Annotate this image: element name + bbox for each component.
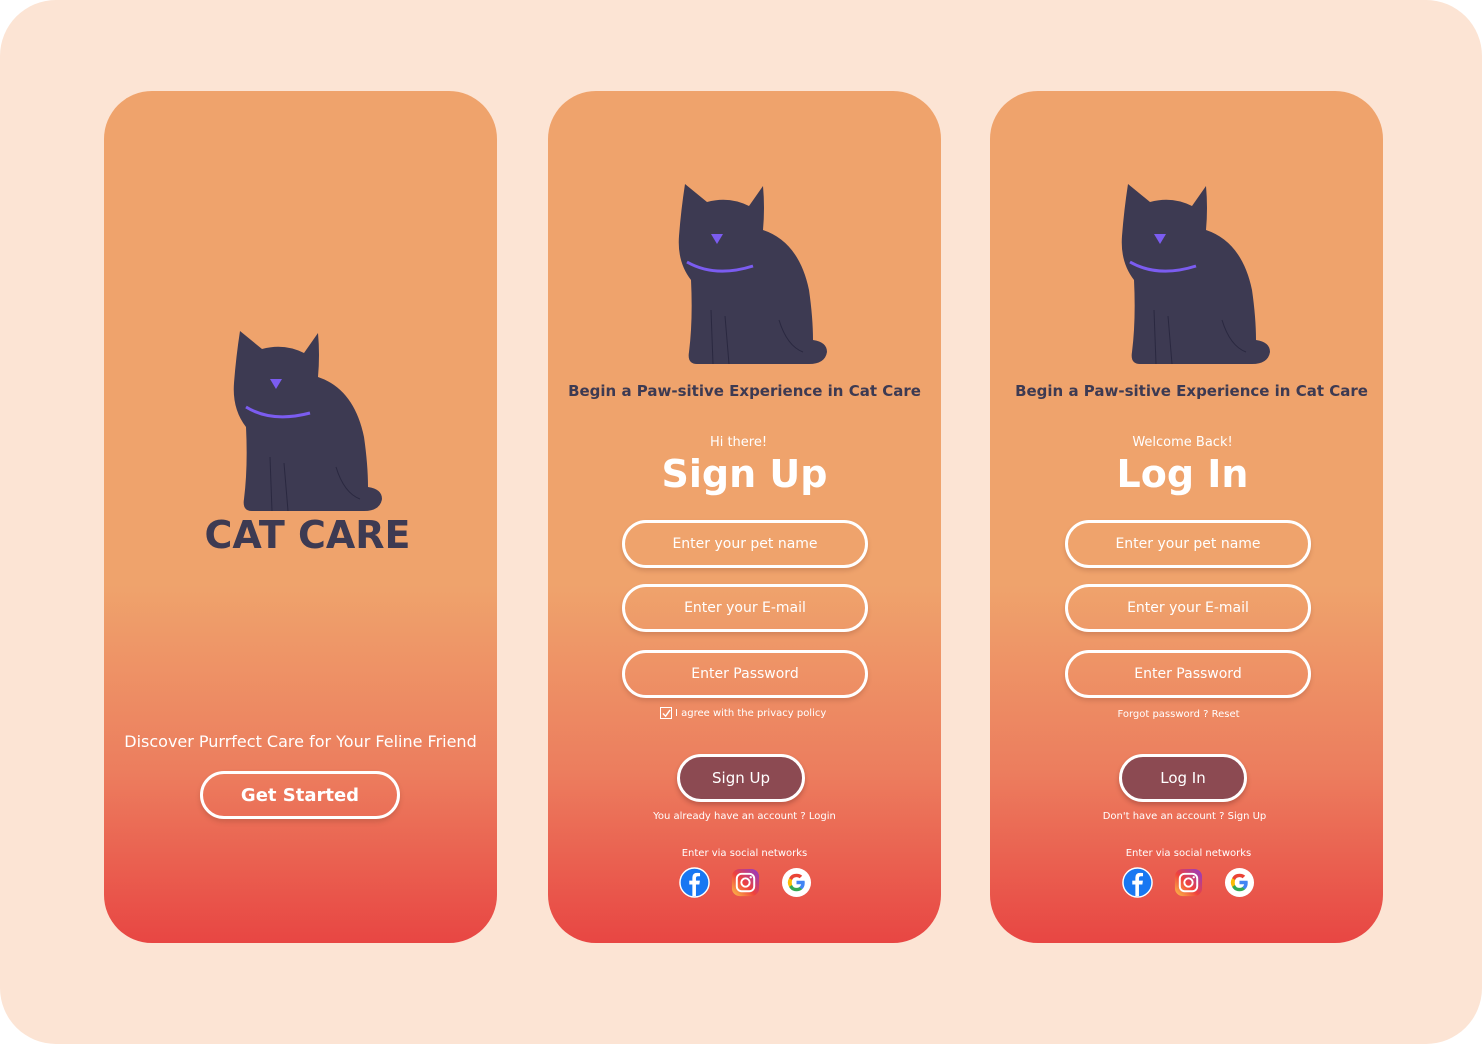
social-label: Enter via social networks (681, 848, 808, 859)
email-field[interactable]: Enter your E-mail (622, 584, 868, 632)
password-field[interactable]: Enter Password (1065, 650, 1311, 698)
social-buttons (1122, 867, 1255, 898)
signup-link[interactable]: Sign Up (1228, 811, 1267, 822)
google-icon[interactable] (781, 867, 812, 898)
instagram-icon[interactable] (1173, 867, 1204, 898)
login-prompt-text: You already have an account ? (653, 811, 806, 822)
get-started-button[interactable]: Get Started (200, 771, 400, 819)
privacy-label: I agree with the privacy policy (675, 707, 827, 719)
login-prompt: You already have an account ? Login (548, 811, 941, 822)
email-field[interactable]: Enter your E-mail (1065, 584, 1311, 632)
signup-headline: Begin a Paw-sitive Experience in Cat Car… (568, 382, 921, 400)
signup-title: Sign Up (661, 452, 828, 496)
social-buttons (679, 867, 812, 898)
login-link[interactable]: Login (809, 811, 836, 822)
login-headline: Begin a Paw-sitive Experience in Cat Car… (1015, 382, 1368, 400)
login-greeting: Welcome Back! (1132, 435, 1233, 450)
checkmark-icon (661, 708, 671, 717)
tagline: Discover Purrfect Care for Your Feline F… (124, 732, 477, 751)
privacy-checkbox[interactable] (660, 707, 672, 719)
log-in-button[interactable]: Log In (1119, 754, 1247, 802)
password-field[interactable]: Enter Password (622, 650, 868, 698)
privacy-agreement: I agree with the privacy policy (660, 707, 826, 719)
social-label: Enter via social networks (1125, 848, 1252, 859)
brand-title: CAT CARE (204, 513, 411, 557)
signup-greeting: Hi there! (709, 435, 768, 450)
pet-name-field[interactable]: Enter your pet name (622, 520, 868, 568)
sign-up-button[interactable]: Sign Up (677, 754, 805, 802)
facebook-icon[interactable] (1122, 867, 1153, 898)
cat-icon (1121, 184, 1270, 365)
cat-icon (233, 331, 382, 512)
forgot-password-text: Forgot password ? (1117, 709, 1209, 720)
pet-name-field[interactable]: Enter your pet name (1065, 520, 1311, 568)
signup-prompt: Don't have an account ? Sign Up (988, 811, 1381, 822)
google-icon[interactable] (1224, 867, 1255, 898)
reset-link[interactable]: Reset (1212, 709, 1240, 720)
facebook-icon[interactable] (679, 867, 710, 898)
instagram-icon[interactable] (730, 867, 761, 898)
login-title: Log In (1116, 452, 1249, 496)
cat-icon (678, 184, 827, 365)
forgot-password: Forgot password ? Reset (982, 709, 1375, 720)
signup-prompt-text: Don't have an account ? (1102, 811, 1225, 822)
